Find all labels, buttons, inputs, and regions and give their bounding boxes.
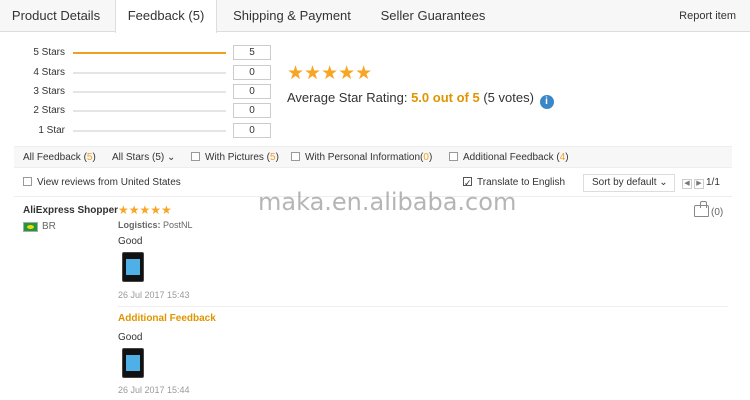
rating-count: 0 <box>233 103 271 118</box>
filter-with-personal-info[interactable]: With Personal Information(0) <box>291 147 432 168</box>
rating-bar <box>73 52 226 54</box>
checkbox[interactable] <box>449 152 458 161</box>
rating-label: 4 Stars <box>33 67 65 78</box>
page-indicator: 1/1 <box>706 177 720 188</box>
watermark: maka.en.alibaba.com <box>258 188 517 216</box>
additional-feedback-label: Additional Feedback <box>118 313 216 324</box>
review-photo[interactable] <box>122 252 144 282</box>
filter-paren: ) <box>428 152 433 163</box>
sort-label: Sort by default <box>592 177 657 188</box>
rating-count: 0 <box>233 65 271 80</box>
tab-shipping-payment[interactable]: Shipping & Payment <box>220 0 364 32</box>
rating-bar <box>73 72 226 74</box>
average-stars: ★★★★★ <box>287 63 373 84</box>
checkbox[interactable] <box>291 152 300 161</box>
info-icon[interactable]: i <box>539 95 554 109</box>
logistics-info: Logistics: PostNL <box>118 220 193 230</box>
vote-count: (5 votes) <box>483 90 534 105</box>
rating-bar <box>73 91 226 93</box>
average-label: Average Star Rating: <box>287 90 408 105</box>
additional-feedback-date: 26 Jul 2017 15:44 <box>118 385 190 395</box>
logistics-label: Logistics: <box>118 220 161 230</box>
filter-bar: All Feedback (5) All Stars (5) ⌄ With Pi… <box>14 146 732 168</box>
average-rating: Average Star Rating: 5.0 out of 5 (5 vot… <box>287 90 554 109</box>
filter-label: With Pictures ( <box>205 152 271 163</box>
tab-product-details[interactable]: Product Details <box>0 0 112 32</box>
filter-additional-feedback[interactable]: Additional Feedback (4) <box>449 147 569 168</box>
rating-label: 1 Star <box>38 125 65 136</box>
rating-bar <box>73 110 226 112</box>
prev-page-icon[interactable]: ◀ <box>682 179 692 189</box>
rating-bar <box>73 130 226 132</box>
filter-all-stars-dropdown[interactable]: All Stars (5) ⌄ <box>112 147 175 168</box>
additional-feedback-text: Good <box>118 332 143 343</box>
tab-feedback[interactable]: Feedback (5) <box>115 0 217 33</box>
additional-feedback-photo[interactable] <box>122 348 144 378</box>
report-item-link[interactable]: Report item <box>679 0 736 32</box>
filter-all-feedback[interactable]: All Feedback (5) <box>23 147 96 168</box>
helpful-button[interactable]: (0) <box>694 201 724 218</box>
rating-count: 0 <box>233 123 271 138</box>
option-label: Translate to English <box>477 177 566 188</box>
filter-with-pictures[interactable]: With Pictures (5) <box>191 147 279 168</box>
filter-paren: ) <box>565 152 569 163</box>
filter-paren: ) <box>92 152 96 163</box>
helpful-count: (0) <box>711 207 724 218</box>
filter-label: With Personal Information( <box>305 152 424 163</box>
view-us-reviews[interactable]: View reviews from United States <box>23 174 181 192</box>
filter-label: Additional Feedback ( <box>463 152 560 163</box>
review-text: Good <box>118 236 143 247</box>
option-label: View reviews from United States <box>37 177 181 188</box>
rating-count: 5 <box>233 45 271 60</box>
chevron-down-icon: ⌄ <box>167 152 176 163</box>
thumbs-up-icon <box>694 201 709 217</box>
reviewer-name: AliExpress Shopper <box>23 205 119 216</box>
logistics-value: PostNL <box>163 220 193 230</box>
divider <box>118 306 728 307</box>
checkbox-checked[interactable] <box>463 175 472 193</box>
rating-label: 5 Stars <box>33 47 65 58</box>
review-stars: ★★★★★ <box>118 203 172 217</box>
pagination: ◀ ▶ 1/1 <box>682 177 720 189</box>
rating-label: 3 Stars <box>33 86 65 97</box>
tab-bar: Product Details Feedback (5) Shipping & … <box>0 0 750 33</box>
brazil-flag-icon <box>23 222 38 232</box>
rating-count: 0 <box>233 84 271 99</box>
checkbox[interactable] <box>23 177 32 186</box>
next-page-icon[interactable]: ▶ <box>694 179 704 189</box>
average-score: 5.0 out of 5 <box>411 90 480 105</box>
rating-bar-fill <box>73 52 226 54</box>
sort-dropdown[interactable]: Sort by default ⌄ <box>583 174 675 192</box>
filter-paren: ) <box>275 152 279 163</box>
review-date: 26 Jul 2017 15:43 <box>118 290 190 300</box>
checkbox[interactable] <box>191 152 200 161</box>
rating-label: 2 Stars <box>33 105 65 116</box>
tab-seller-guarantees[interactable]: Seller Guarantees <box>366 0 500 32</box>
reviewer-country: BR <box>42 221 56 232</box>
chevron-down-icon: ⌄ <box>656 177 668 188</box>
filter-label: All Stars (5) <box>112 152 165 163</box>
filter-label: All Feedback ( <box>23 152 87 163</box>
